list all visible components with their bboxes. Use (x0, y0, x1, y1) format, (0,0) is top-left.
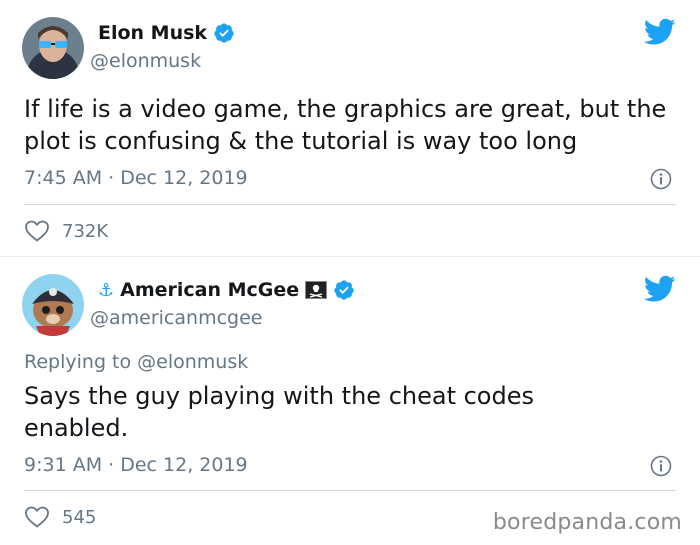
author-handle[interactable]: @elonmusk (90, 50, 201, 72)
avatar[interactable] (22, 17, 84, 79)
pirate-flag-icon (305, 281, 328, 299)
author-row: ⚓ American McGee 🏴‍☠️ (98, 279, 355, 301)
tweet-text: Says the guy playing with the cheat code… (24, 382, 534, 442)
like-count: 732K (62, 220, 109, 242)
tweet-card-americanmcgee[interactable]: ⚓ American McGee 🏴‍☠️ @americanmcgee Rep… (0, 257, 700, 545)
author-name[interactable]: Elon Musk (98, 22, 207, 44)
author-name[interactable]: American McGee (120, 279, 299, 301)
twitter-bird-icon[interactable] (644, 18, 676, 46)
verified-badge-icon (214, 23, 234, 43)
author-handle[interactable]: @americanmcgee (90, 307, 262, 329)
avatar[interactable] (22, 274, 84, 336)
like-count: 545 (62, 506, 97, 528)
info-icon[interactable] (650, 168, 672, 190)
like-action[interactable]: 732K (24, 219, 108, 243)
heart-icon[interactable] (24, 505, 50, 529)
like-action[interactable]: 545 (24, 505, 96, 529)
replying-mention-link[interactable]: @elonmusk (137, 351, 248, 373)
replying-to: Replying to @elonmusk (24, 351, 248, 373)
info-icon[interactable] (650, 455, 672, 477)
avatar-image-icon (22, 17, 84, 79)
tweet-timestamp[interactable]: 9:31 AM · Dec 12, 2019 (24, 454, 248, 476)
watermark: boredpanda.com (492, 510, 682, 535)
tweet-timestamp[interactable]: 7:45 AM · Dec 12, 2019 (24, 167, 248, 189)
replying-label: Replying to (24, 351, 138, 373)
verified-badge-icon (334, 280, 354, 300)
heart-icon[interactable] (24, 219, 50, 243)
tweet-text: If life is a video game, the graphics ar… (24, 95, 667, 155)
twitter-bird-icon[interactable] (644, 275, 676, 303)
author-row: Elon Musk (98, 22, 235, 44)
separator (24, 490, 676, 491)
avatar-image-icon (22, 274, 84, 336)
anchor-icon: ⚓ (98, 279, 115, 301)
tweet-card-elonmusk[interactable]: Elon Musk @elonmusk If life is a video g… (0, 0, 700, 256)
separator (24, 204, 676, 205)
